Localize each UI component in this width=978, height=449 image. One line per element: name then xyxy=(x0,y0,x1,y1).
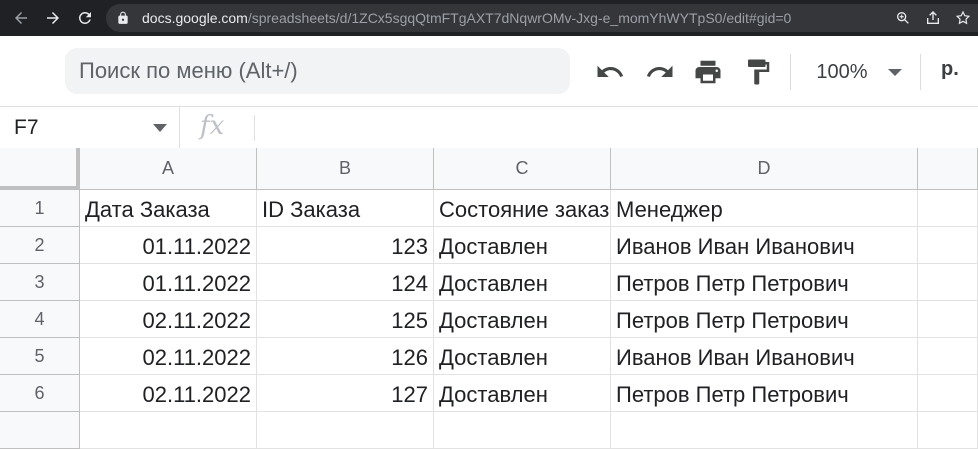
table-cell[interactable]: 124 xyxy=(257,264,434,301)
table-cell[interactable]: Доставлен xyxy=(434,338,611,375)
table-cell[interactable] xyxy=(434,412,611,449)
bookmark-button[interactable] xyxy=(948,4,978,32)
address-bar[interactable]: docs.google.com/spreadsheets/d/1ZCx5sgqQ… xyxy=(106,4,978,32)
spreadsheet-grid: A B C D 1 Дата Заказа ID Заказа Состояние заказ… xyxy=(0,148,978,449)
table-cell[interactable]: 01.11.2022 xyxy=(80,227,257,264)
zoom-value: 100% xyxy=(816,60,868,83)
table-cell[interactable]: 125 xyxy=(257,301,434,338)
table-cell[interactable] xyxy=(257,412,434,449)
formula-bar: F7 fx xyxy=(0,106,978,148)
redo-button[interactable] xyxy=(644,56,676,88)
browser-toolbar: docs.google.com/spreadsheets/d/1ZCx5sgqQ… xyxy=(0,0,978,36)
currency-format-button[interactable]: р. xyxy=(941,58,959,81)
paint-format-button[interactable] xyxy=(742,56,774,88)
table-cell[interactable]: Менеджер xyxy=(611,190,918,227)
table-cell[interactable]: 02.11.2022 xyxy=(80,375,257,412)
paint-format-icon xyxy=(748,59,770,85)
column-header-a[interactable]: A xyxy=(80,148,257,190)
redo-icon xyxy=(646,65,673,77)
formula-input[interactable] xyxy=(256,107,978,148)
table-cell[interactable]: Дата Заказа xyxy=(80,190,257,227)
toolbar-divider xyxy=(790,54,791,90)
url-text: docs.google.com/spreadsheets/d/1ZCx5sgqQ… xyxy=(142,10,791,26)
table-cell[interactable]: 127 xyxy=(257,375,434,412)
share-button[interactable] xyxy=(918,4,948,32)
row-header[interactable]: 5 xyxy=(0,338,80,375)
chevron-down-icon xyxy=(888,68,902,76)
column-header-e[interactable] xyxy=(918,148,978,190)
select-all-corner[interactable] xyxy=(0,148,80,190)
sheets-toolbar: Поиск по меню (Alt+/) 100% р. xyxy=(0,36,978,106)
column-header-d[interactable]: D xyxy=(611,148,918,190)
table-cell[interactable]: Доставлен xyxy=(434,375,611,412)
zoom-button[interactable] xyxy=(888,4,918,32)
table-cell[interactable]: Петров Петр Петрович xyxy=(611,301,918,338)
table-cell[interactable]: 02.11.2022 xyxy=(80,338,257,375)
url-path: /spreadsheets/d/1ZCx5sgqQtmFTgAXT7dNqwrO… xyxy=(247,10,792,26)
menu-search-placeholder: Поиск по меню (Alt+/) xyxy=(79,58,298,83)
menu-search-input[interactable]: Поиск по меню (Alt+/) xyxy=(65,48,570,94)
column-header-c[interactable]: C xyxy=(434,148,611,190)
row-header[interactable]: 3 xyxy=(0,264,80,301)
table-cell[interactable]: Иванов Иван Иванович xyxy=(611,338,918,375)
arrow-right-icon xyxy=(47,12,59,24)
table-cell[interactable]: Петров Петр Петрович xyxy=(611,264,918,301)
undo-button[interactable] xyxy=(594,56,626,88)
arrow-left-icon xyxy=(15,12,27,24)
table-cell[interactable]: 01.11.2022 xyxy=(80,264,257,301)
forward-button[interactable] xyxy=(38,0,68,36)
column-header-b[interactable]: B xyxy=(257,148,434,190)
table-cell[interactable] xyxy=(918,227,978,264)
row-header[interactable]: 1 xyxy=(0,190,80,227)
table-cell[interactable] xyxy=(918,301,978,338)
row-header[interactable]: 2 xyxy=(0,227,80,264)
toolbar-divider xyxy=(920,54,921,90)
reload-icon xyxy=(78,11,91,24)
table-cell[interactable]: 02.11.2022 xyxy=(80,301,257,338)
table-cell[interactable]: Иванов Иван Иванович xyxy=(611,227,918,264)
formula-divider xyxy=(254,115,255,141)
print-button[interactable] xyxy=(692,56,724,88)
table-cell[interactable]: 126 xyxy=(257,338,434,375)
zoom-icon xyxy=(897,11,909,24)
table-cell[interactable] xyxy=(80,412,257,449)
row-header[interactable]: 4 xyxy=(0,301,80,338)
table-cell[interactable] xyxy=(918,375,978,412)
reload-button[interactable] xyxy=(70,0,100,36)
undo-icon xyxy=(597,65,624,77)
table-cell[interactable]: Петров Петр Петрович xyxy=(611,375,918,412)
print-icon xyxy=(695,60,721,84)
row-header[interactable]: 6 xyxy=(0,375,80,412)
name-box[interactable]: F7 xyxy=(0,107,180,148)
fx-icon: fx xyxy=(200,111,225,141)
table-cell[interactable]: 123 xyxy=(257,227,434,264)
star-icon xyxy=(955,10,971,25)
table-cell[interactable] xyxy=(918,190,978,227)
table-cell[interactable]: Доставлен xyxy=(434,264,611,301)
lock-icon xyxy=(118,11,128,24)
cell-reference: F7 xyxy=(14,115,39,139)
table-cell[interactable]: Доставлен xyxy=(434,227,611,264)
table-cell[interactable]: Состояние заказа xyxy=(434,190,611,227)
table-cell[interactable] xyxy=(611,412,918,449)
table-cell[interactable] xyxy=(918,338,978,375)
chevron-down-icon xyxy=(153,124,167,132)
url-host: docs.google.com xyxy=(142,10,248,26)
zoom-select[interactable]: 100% xyxy=(804,58,914,86)
table-cell[interactable] xyxy=(918,264,978,301)
share-icon xyxy=(927,11,939,24)
table-cell[interactable]: Доставлен xyxy=(434,301,611,338)
table-cell[interactable] xyxy=(918,412,978,449)
back-button[interactable] xyxy=(6,0,36,36)
table-cell[interactable]: ID Заказа xyxy=(257,190,434,227)
row-header[interactable] xyxy=(0,412,80,449)
